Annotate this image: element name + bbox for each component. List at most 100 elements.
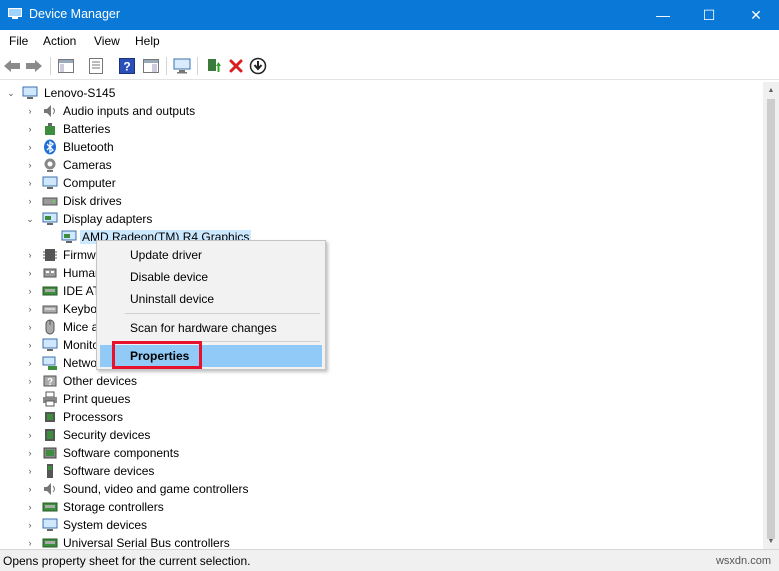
expand-icon[interactable]: › — [25, 501, 35, 513]
toolbar: ? — [0, 52, 779, 80]
close-button[interactable]: ✕ — [733, 0, 779, 30]
processor-icon — [45, 412, 55, 422]
expand-icon[interactable]: › — [25, 339, 35, 351]
tree-category-label: Other devices — [63, 374, 138, 388]
tree-category[interactable]: › Bluetooth — [0, 138, 763, 156]
menu-bar: File Action View Help — [0, 30, 779, 52]
expand-icon[interactable]: › — [25, 411, 35, 423]
tree-category[interactable]: › Sound, video and game controllers — [0, 480, 763, 498]
window-title: Device Manager — [29, 7, 121, 21]
menu-file[interactable]: File — [9, 34, 28, 48]
tree-category[interactable]: › Disk drives — [0, 192, 763, 210]
system-device-icon — [42, 518, 58, 531]
action-pane-icon[interactable] — [141, 56, 161, 76]
expand-icon[interactable]: › — [25, 357, 35, 369]
back-arrow-icon[interactable] — [2, 56, 22, 76]
tree-category-label: Processors — [63, 410, 124, 424]
tree-category[interactable]: › Software components — [0, 444, 763, 462]
vertical-scrollbar[interactable]: ▲ ▼ — [763, 82, 779, 549]
scroll-down-icon[interactable]: ▼ — [763, 533, 779, 549]
expand-icon[interactable]: › — [25, 429, 35, 441]
expand-icon[interactable]: › — [25, 123, 35, 135]
software-device-icon — [47, 464, 53, 478]
tree-category[interactable]: › Batteries — [0, 120, 763, 138]
menu-item-scan-hardware[interactable]: Scan for hardware changes — [100, 317, 322, 339]
tree-category[interactable]: › Audio inputs and outputs — [0, 102, 763, 120]
expand-icon[interactable]: › — [25, 195, 35, 207]
tree-category-expanded[interactable]: ⌄ Display adapters — [0, 210, 763, 228]
expand-icon[interactable]: › — [25, 519, 35, 531]
expand-icon[interactable]: › — [25, 537, 35, 549]
tree-root[interactable]: ⌄ Lenovo-S145 — [0, 84, 763, 102]
battery-icon — [45, 123, 55, 135]
expand-icon[interactable]: › — [25, 465, 35, 477]
title-bar: Device Manager — ☐ ✕ — [0, 0, 779, 30]
menu-item-update-driver[interactable]: Update driver — [100, 244, 322, 266]
forward-arrow-icon[interactable] — [24, 56, 44, 76]
tree-category-label: Software devices — [63, 464, 155, 478]
uninstall-icon[interactable] — [226, 56, 246, 76]
minimize-button[interactable]: — — [640, 0, 686, 30]
bluetooth-icon — [44, 139, 56, 155]
tree-category-label: Computer — [63, 176, 116, 190]
download-icon[interactable] — [248, 56, 268, 76]
menu-view[interactable]: View — [94, 34, 120, 48]
ide-controller-icon — [42, 286, 58, 296]
expand-icon[interactable]: › — [25, 303, 35, 315]
tree-category[interactable]: › ? Other devices — [0, 372, 763, 390]
expand-icon[interactable]: › — [25, 141, 35, 153]
scan-hardware-icon[interactable] — [172, 56, 192, 76]
scroll-up-icon[interactable]: ▲ — [763, 82, 779, 98]
display-adapter-icon — [61, 230, 77, 243]
tree-category-label: Bluetooth — [63, 140, 114, 154]
status-bar: Opens property sheet for the current sel… — [0, 549, 779, 571]
hid-icon — [43, 268, 57, 278]
tree-category-label: Sound, video and game controllers — [63, 482, 249, 496]
expand-icon[interactable]: › — [25, 105, 35, 117]
expand-icon[interactable]: › — [25, 375, 35, 387]
expand-icon[interactable]: › — [25, 393, 35, 405]
expand-icon[interactable]: › — [25, 285, 35, 297]
update-driver-icon[interactable] — [204, 56, 224, 76]
tree-category[interactable]: › Security devices — [0, 426, 763, 444]
tree-category-label: Display adapters — [63, 212, 153, 226]
maximize-button[interactable]: ☐ — [686, 0, 732, 30]
keyboard-icon — [42, 305, 58, 314]
scroll-thumb[interactable] — [767, 99, 775, 539]
firmware-icon — [43, 249, 57, 261]
tree-category-label: Software components — [63, 446, 180, 460]
expand-icon[interactable]: › — [25, 177, 35, 189]
expand-icon[interactable]: › — [25, 321, 35, 333]
tree-category-label: Cameras — [63, 158, 112, 172]
collapse-icon[interactable]: ⌄ — [25, 213, 35, 225]
properties-icon[interactable] — [86, 56, 106, 76]
tree-category[interactable]: › Computer — [0, 174, 763, 192]
menu-help[interactable]: Help — [135, 34, 160, 48]
security-device-icon — [45, 429, 55, 441]
tree-category[interactable]: › Print queues — [0, 390, 763, 408]
tree-category[interactable]: › Universal Serial Bus controllers — [0, 534, 763, 549]
svg-text:?: ? — [47, 377, 53, 388]
menu-item-uninstall-device[interactable]: Uninstall device — [100, 288, 322, 310]
tree-category[interactable]: › Cameras — [0, 156, 763, 174]
help-icon[interactable]: ? — [117, 56, 137, 76]
tree-category[interactable]: › Software devices — [0, 462, 763, 480]
display-adapter-icon — [42, 212, 58, 225]
menu-action[interactable]: Action — [43, 34, 76, 48]
tree-root-label: Lenovo-S145 — [44, 86, 116, 100]
tree-category[interactable]: › System devices — [0, 516, 763, 534]
expand-icon[interactable]: › — [25, 447, 35, 459]
tree-category-label: Print queues — [63, 392, 131, 406]
tree-category[interactable]: › Storage controllers — [0, 498, 763, 516]
expand-icon[interactable]: › — [25, 249, 35, 261]
tree-category-label: Storage controllers — [63, 500, 164, 514]
tree-category[interactable]: › Processors — [0, 408, 763, 426]
expand-icon[interactable]: › — [25, 267, 35, 279]
device-manager-icon — [8, 8, 22, 19]
expand-icon[interactable]: › — [25, 483, 35, 495]
show-hide-console-tree-icon[interactable] — [56, 56, 76, 76]
menu-item-disable-device[interactable]: Disable device — [100, 266, 322, 288]
expand-icon[interactable]: › — [25, 159, 35, 171]
collapse-icon[interactable]: ⌄ — [6, 87, 16, 99]
printer-icon — [43, 391, 57, 407]
